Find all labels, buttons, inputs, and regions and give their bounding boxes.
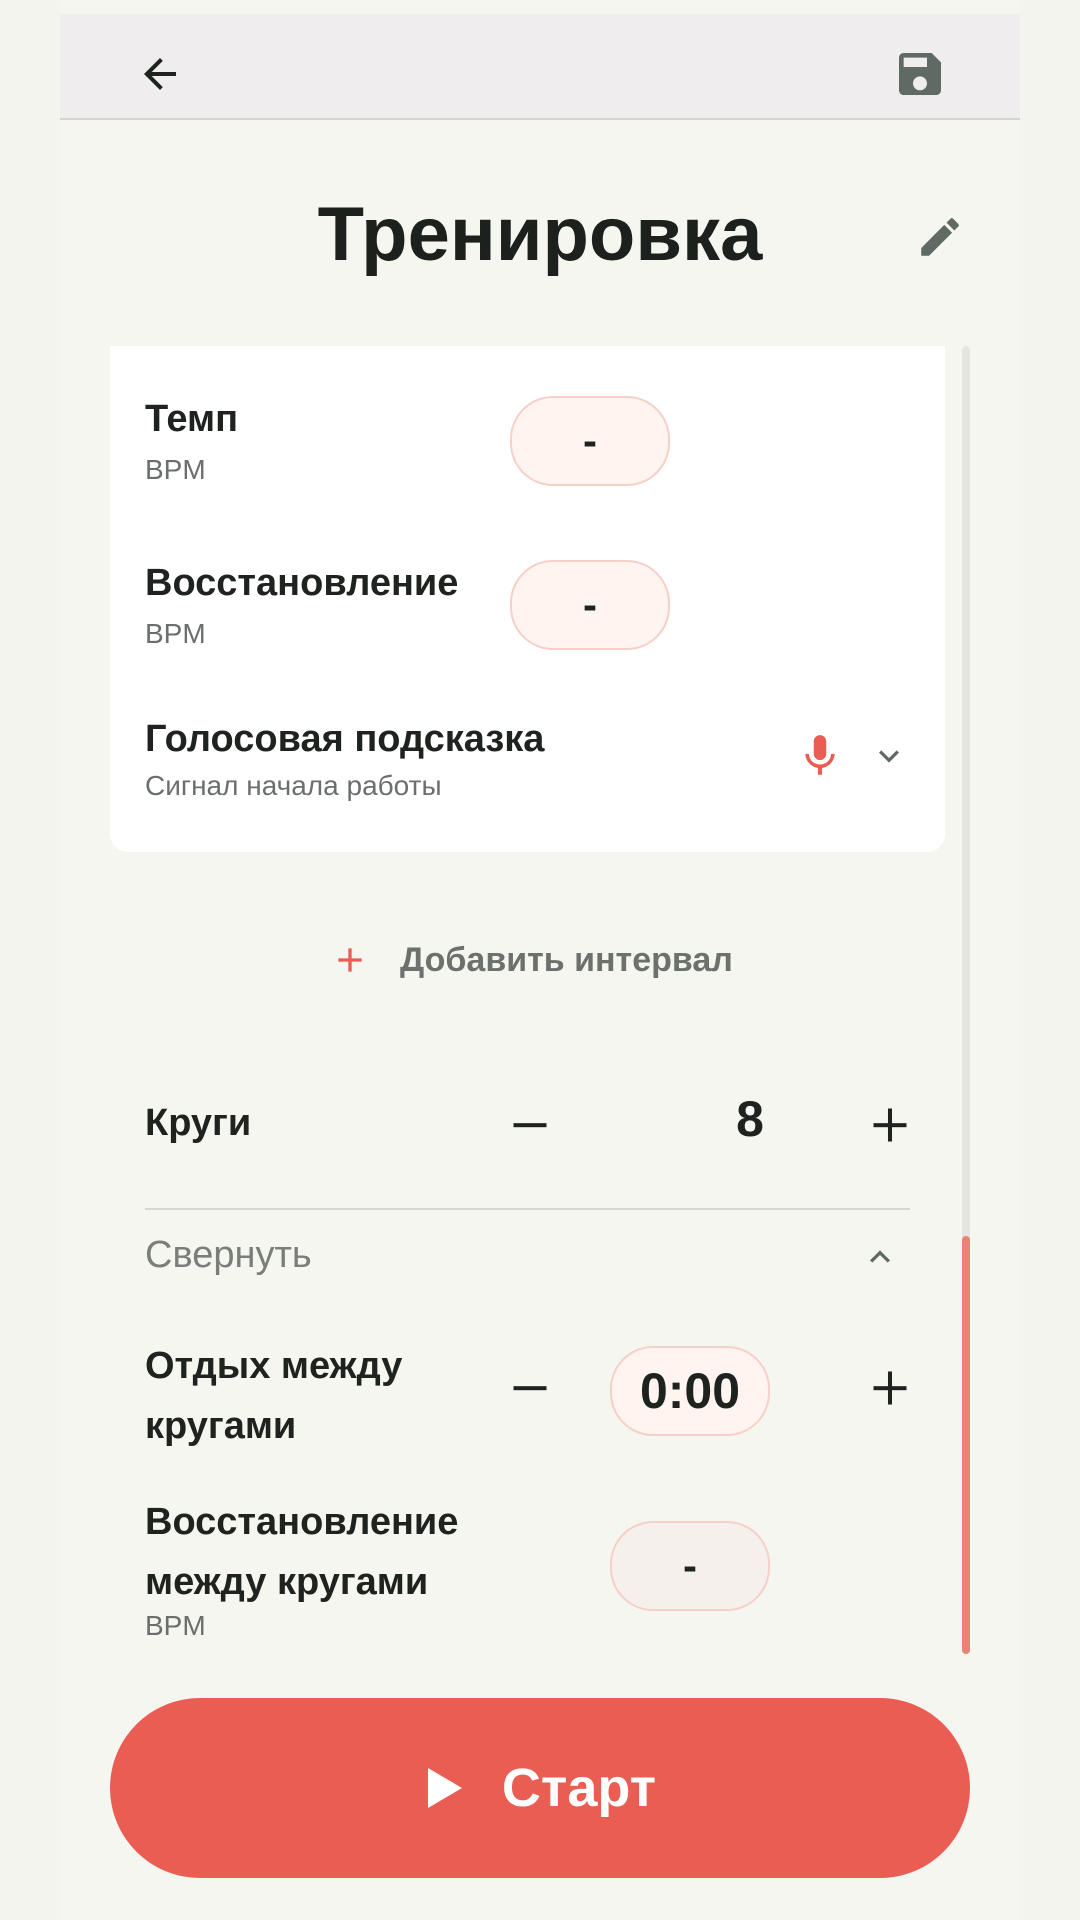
plus-icon — [338, 948, 362, 972]
tempo-unit: BPM — [145, 454, 206, 485]
rest-between-laps-label-line1: Отдых между — [145, 1345, 403, 1387]
start-button[interactable]: Старт — [110, 1698, 970, 1878]
laps-value: 8 — [736, 1091, 764, 1147]
pencil-icon — [921, 218, 959, 256]
rest-value-pill[interactable]: 0:00 — [610, 1346, 770, 1436]
tempo-label: Темп — [145, 398, 239, 440]
recovery-label: Восстановление — [145, 562, 459, 604]
microphone-icon — [805, 735, 835, 775]
tempo-value-pill[interactable]: - — [510, 396, 670, 486]
section-divider — [145, 1208, 910, 1210]
add-interval-button[interactable]: Добавить интервал — [330, 930, 733, 990]
recovery-between-laps-label-line1: Восстановление — [145, 1501, 459, 1543]
start-label: Старт — [501, 1758, 657, 1818]
interval-card: Темп BPM - Восстановление BPM - Голосова… — [110, 346, 945, 852]
voice-prompt-button[interactable] — [790, 726, 850, 786]
collapse-label[interactable]: Свернуть — [145, 1234, 312, 1277]
top-app-bar — [60, 14, 1020, 120]
collapse-button[interactable] — [855, 1232, 905, 1282]
rest-between-laps-label: Отдых между кругами — [145, 1336, 402, 1456]
plus-icon — [873, 1108, 907, 1142]
recovery-between-laps-unit: BPM — [145, 1610, 206, 1641]
back-button[interactable] — [130, 44, 190, 104]
chevron-up-icon — [870, 1250, 890, 1263]
voice-prompt-label: Голосовая подсказка — [145, 718, 545, 760]
play-icon — [427, 1768, 462, 1808]
chevron-down-icon — [879, 750, 899, 763]
add-interval-label: Добавить интервал — [400, 940, 733, 979]
recovery-between-laps-value-pill[interactable]: - — [610, 1521, 770, 1611]
workout-screen: Тренировка Темп BPM - Восстановление BPM… — [60, 0, 1020, 1920]
scrollbar-thumb[interactable] — [962, 1236, 970, 1654]
page-title: Тренировка — [317, 192, 763, 277]
recovery-between-laps-label-line2: между кругами — [145, 1561, 429, 1603]
rest-increment-button[interactable] — [850, 1348, 930, 1428]
save-button[interactable] — [890, 44, 950, 104]
rest-between-laps-label-line2: кругами — [145, 1405, 297, 1447]
arrow-left-icon — [144, 58, 176, 90]
minus-icon — [513, 1386, 547, 1391]
voice-prompt-subtitle: Сигнал начала работы — [145, 770, 442, 801]
edit-title-button[interactable] — [910, 207, 970, 267]
recovery-between-laps-label: Восстановление между кругами — [145, 1492, 458, 1612]
recovery-value-pill[interactable]: - — [510, 560, 670, 650]
plus-icon — [873, 1371, 907, 1405]
laps-decrement-button[interactable] — [490, 1085, 570, 1165]
laps-increment-button[interactable] — [850, 1085, 930, 1165]
rest-decrement-button[interactable] — [490, 1348, 570, 1428]
laps-label: Круги — [145, 1102, 252, 1144]
minus-icon — [513, 1123, 547, 1128]
recovery-unit: BPM — [145, 618, 206, 649]
voice-prompt-expand-button[interactable] — [864, 731, 914, 781]
floppy-disk-icon — [899, 53, 941, 95]
